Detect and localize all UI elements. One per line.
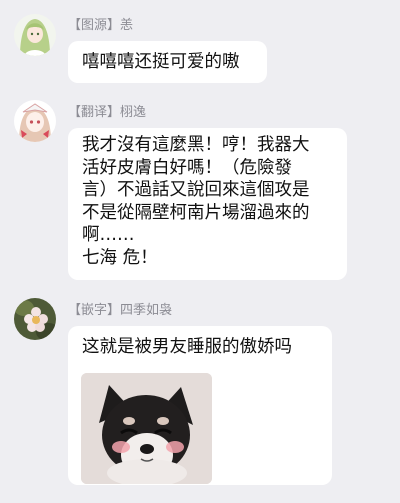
message-bubble[interactable]: 这就是被男友睡服的傲娇吗 [68, 326, 332, 485]
avatar-flower-photo[interactable] [14, 298, 56, 340]
message-text: 言）不過話又說回來這個攻是 [82, 180, 310, 200]
message-text: 七海 危！ [82, 247, 158, 268]
avatar-anime-green-hair[interactable] [14, 14, 56, 56]
message-text: 嘻嘻嘻还挺可爱的嗷 [82, 52, 240, 72]
sender-name: 【嵌字】四季如袅 [68, 303, 173, 318]
avatar-anime-maid[interactable] [14, 100, 56, 142]
sender-name: 【图源】恙 [68, 18, 134, 33]
message-text: 我才沒有這麼黑！哼！我器大 [82, 135, 310, 155]
sender-name: 【翻译】栩逸 [68, 105, 147, 120]
message-text: 这就是被男友睡服的傲娇吗 [82, 337, 292, 357]
message-bubble[interactable]: 我才沒有這麼黑！哼！我器大 活好皮膚白好嗎！（危險發 言）不過話又說回來這個攻是… [68, 128, 347, 280]
message-text: 不是從隔壁柯南片場溜過來的 [82, 202, 310, 223]
message-text: 活好皮膚白好嗎！（危險發 [82, 157, 292, 178]
message-bubble[interactable]: 嘻嘻嘻还挺可爱的嗷 [68, 41, 267, 83]
message-text: 啊…… [82, 225, 135, 245]
shiba-dog-sticker-image[interactable] [81, 373, 212, 484]
